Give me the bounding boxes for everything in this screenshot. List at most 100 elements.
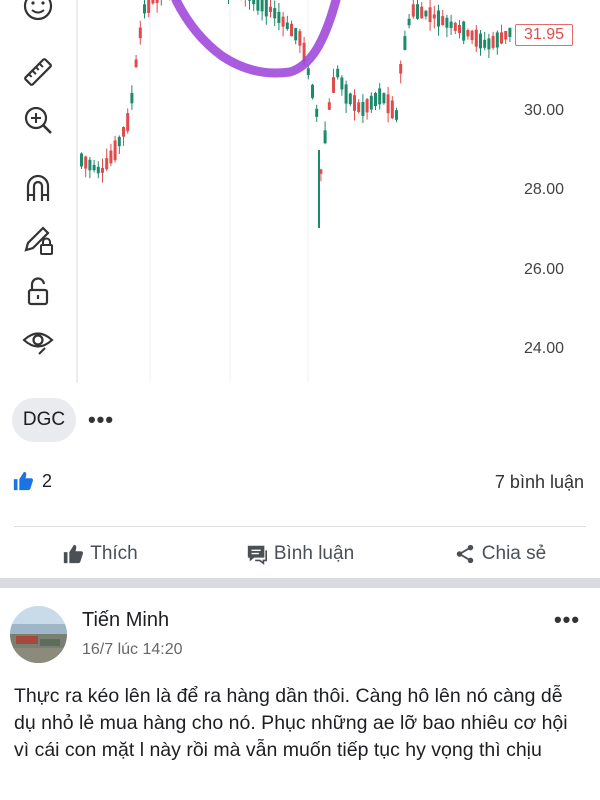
share-button[interactable]: Chia sẻ: [400, 530, 600, 578]
divider: [14, 526, 586, 527]
more-options-icon[interactable]: •••: [86, 409, 116, 431]
candle-body: [479, 33, 482, 49]
candle-body: [395, 110, 398, 120]
candle-body: [445, 17, 449, 28]
candle-body: [399, 63, 403, 74]
ruler-icon[interactable]: [18, 52, 58, 92]
candle-body: [155, 0, 159, 4]
current-price-tag: 31.95: [515, 24, 574, 46]
candle-body: [470, 30, 474, 41]
candle-body: [357, 102, 361, 113]
comments-count-link[interactable]: 7 bình luận: [495, 472, 584, 493]
candle-body: [449, 21, 453, 28]
candle-body: [311, 84, 314, 98]
candle-body: [323, 130, 327, 144]
section-separator: [0, 578, 600, 588]
candle-body: [466, 30, 470, 37]
like-button[interactable]: Thích: [0, 530, 200, 578]
candle-body: [143, 4, 146, 14]
candle-body: [290, 23, 293, 37]
candle-body: [252, 0, 256, 5]
candle-body: [491, 35, 495, 48]
comment-timestamp[interactable]: 16/7 lúc 14:20: [82, 641, 183, 659]
like-icon: [13, 471, 34, 491]
comment-more-options-icon[interactable]: •••: [552, 609, 582, 631]
candle-body: [138, 27, 142, 39]
candle-body: [424, 10, 428, 17]
candle-body: [420, 6, 424, 19]
candle-body: [285, 22, 289, 30]
candle-body: [134, 59, 138, 68]
candle-body: [151, 0, 155, 4]
unlock-icon[interactable]: [18, 272, 58, 312]
stock-chart[interactable]: 30.00 28.00 26.00 24.00 31.95: [0, 0, 600, 383]
candle-body: [147, 0, 151, 13]
candle-body: [344, 84, 348, 104]
smiley-icon[interactable]: [18, 0, 58, 26]
candle-body: [428, 7, 432, 23]
candle-body: [109, 150, 113, 164]
candle-body: [88, 159, 92, 171]
price-axis-label: 30.00: [524, 102, 565, 119]
candle-body: [390, 100, 394, 119]
candle-body: [508, 27, 512, 37]
candle-body: [130, 92, 134, 104]
candle-body: [248, 0, 251, 1]
eye-icon[interactable]: [18, 320, 58, 360]
comment-button[interactable]: Bình luận: [200, 530, 400, 578]
candle-body: [336, 68, 340, 78]
candle-body: [256, 0, 260, 11]
candle-body: [273, 8, 277, 19]
candle-body: [378, 88, 382, 105]
candle-body: [495, 32, 499, 48]
hand-drawn-annotation: [171, 0, 341, 78]
candle-body: [113, 140, 117, 161]
avatar-photo: [10, 606, 67, 663]
like-button-label: Thích: [90, 543, 138, 564]
candle-body: [458, 24, 461, 34]
candle-body: [101, 167, 104, 173]
candle-body: [260, 0, 264, 12]
candle-body: [483, 39, 487, 48]
magnet-icon[interactable]: [18, 168, 58, 208]
candle-body: [353, 95, 356, 111]
comment-text: Thực ra kéo lên là để ra hàng dần thôi. …: [14, 685, 568, 761]
candle-body: [365, 99, 369, 113]
candle-body: [432, 14, 436, 19]
candle-body: [407, 18, 411, 26]
candle-body: [92, 164, 96, 171]
candle-body: [437, 10, 440, 27]
drawing-toolbar: [0, 0, 78, 383]
candle-body: [441, 16, 445, 26]
pencil-lock-icon[interactable]: [18, 220, 58, 260]
candle-body: [462, 21, 466, 41]
candle-body: [327, 102, 331, 110]
candle-body: [269, 6, 272, 12]
avatar[interactable]: [10, 606, 67, 663]
share-button-label: Chia sẻ: [481, 543, 547, 564]
comment-author[interactable]: Tiến Minh: [82, 609, 169, 632]
candle-body: [386, 94, 390, 114]
candle-body: [84, 156, 88, 169]
price-axis-label: 24.00: [524, 340, 565, 357]
candle-body: [500, 32, 503, 44]
candle-body: [294, 28, 298, 41]
post-actions: Thích Bình luận Chia sẻ: [0, 530, 600, 578]
candle-body: [126, 113, 130, 132]
candle-body: [315, 108, 319, 117]
candle-body: [277, 11, 281, 23]
candle-body: [117, 136, 121, 147]
share-icon: [456, 544, 474, 564]
candle-body: [361, 101, 365, 116]
zoom-in-icon[interactable]: [18, 100, 58, 140]
candle-body: [487, 38, 491, 50]
candle-body: [122, 127, 125, 137]
reaction-summary[interactable]: 2: [12, 470, 52, 492]
candle-body: [474, 29, 478, 47]
ticker-chip[interactable]: DGC: [12, 398, 76, 442]
candle-body: [332, 77, 335, 93]
candle-body: [105, 158, 109, 170]
candlestick-chart[interactable]: [0, 0, 600, 383]
comment-button-label: Bình luận: [273, 543, 355, 564]
candle-body: [411, 4, 415, 17]
